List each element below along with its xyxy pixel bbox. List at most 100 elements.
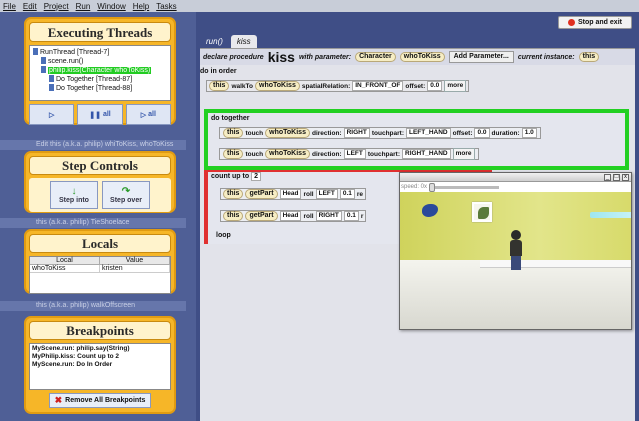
statement-roll-left[interactable]: this getPart Head roll LEFT 0.1 re — [220, 188, 367, 200]
tab-kiss[interactable]: kiss — [230, 35, 257, 48]
do-together-label: do together — [211, 115, 250, 122]
arg-amount[interactable]: 0.1 — [343, 211, 359, 221]
menu-help[interactable]: Help — [133, 2, 149, 11]
ghost-strip-1: Edit this (a.k.a. philip) whiToKiss, who… — [0, 140, 186, 150]
tree-item-runthread[interactable]: RunThread [Thread-7] — [33, 48, 167, 57]
subject-this[interactable]: this — [223, 211, 244, 221]
speed-row: speed: 0x — [400, 182, 631, 192]
statement-touch-right[interactable]: this touch whoToKiss direction: RIGHT to… — [219, 127, 541, 139]
subject-this[interactable]: this — [223, 128, 244, 138]
speed-slider-thumb[interactable] — [429, 182, 436, 192]
add-parameter-button[interactable]: Add Parameter... — [448, 51, 514, 63]
statement-roll-right[interactable]: this getPart Head roll RIGHT 0.1 r — [220, 210, 367, 222]
speed-slider[interactable] — [429, 182, 500, 192]
more-button[interactable]: more — [444, 80, 467, 92]
current-instance-value[interactable]: this — [578, 52, 600, 62]
maximize-icon[interactable]: □ — [613, 174, 620, 181]
menu-edit[interactable]: Edit — [23, 2, 37, 11]
menu-tasks[interactable]: Tasks — [156, 2, 176, 11]
count-value[interactable]: 2 — [251, 172, 261, 181]
tree-item-scene-run[interactable]: scene.run() — [33, 57, 167, 66]
arg-amount[interactable]: 0.1 — [339, 189, 355, 199]
arg-touchpart[interactable]: RIGHT_HAND — [402, 149, 451, 159]
play-all-button[interactable]: ▷ all — [125, 104, 171, 125]
arg-direction[interactable]: LEFT — [315, 189, 338, 199]
more-button[interactable]: more — [452, 148, 475, 160]
arg-duration[interactable]: 1.0 — [521, 128, 537, 138]
locals-header-local: Local — [30, 257, 100, 265]
threads-tree[interactable]: RunThread [Thread-7] scene.run() philip.… — [29, 45, 171, 101]
menu-project[interactable]: Project — [44, 2, 69, 11]
subject-this[interactable]: this — [223, 149, 244, 159]
arg-part[interactable]: Head — [279, 189, 302, 199]
tab-run[interactable]: run() — [200, 35, 229, 48]
param-type[interactable]: Character — [355, 52, 396, 62]
arg-offset[interactable]: 0.0 — [427, 81, 443, 91]
scene-viewport[interactable] — [400, 192, 631, 329]
list-item[interactable]: MyScene.run: philip.say(String) — [32, 345, 168, 353]
remove-all-breakpoints-button[interactable]: ✖ Remove All Breakpoints — [49, 393, 151, 408]
menu-window[interactable]: Window — [97, 2, 125, 11]
menu-file[interactable]: File — [3, 2, 16, 11]
close-icon[interactable]: x — [622, 174, 629, 181]
local-value: kristen — [100, 265, 170, 273]
procedure-declaration: declare procedure kiss with parameter: C… — [200, 49, 635, 65]
table-row[interactable]: whoToKiss kristen — [30, 265, 170, 273]
tree-item-thread-87[interactable]: Do Together [Thread-87] — [33, 75, 167, 84]
step-over-button[interactable]: ↷ Step over — [102, 181, 150, 209]
play-icon: ▷ — [140, 111, 147, 119]
locals-title: Locals — [29, 234, 171, 253]
statement-walkto[interactable]: this walkTo whoToKiss spatialRelation: I… — [206, 80, 470, 92]
arg-direction[interactable]: RIGHT — [315, 211, 342, 221]
list-item[interactable]: MyScene.run: Do In Order — [32, 361, 168, 369]
pause-icon: ❚❚ — [89, 111, 101, 119]
stop-and-exit-button[interactable]: Stop and exit — [558, 16, 632, 29]
arg-offset[interactable]: 0.0 — [474, 128, 490, 138]
arg-whotokiss[interactable]: whoToKiss — [265, 149, 310, 159]
loop-label: loop — [216, 232, 231, 239]
arg-direction[interactable]: LEFT — [343, 149, 366, 159]
person-body-icon — [510, 240, 522, 256]
subject-this[interactable]: this — [209, 81, 230, 91]
statement-touch-left[interactable]: this touch whoToKiss direction: LEFT tou… — [219, 148, 479, 160]
tree-item-thread-88[interactable]: Do Together [Thread-88] — [33, 84, 167, 93]
pause-all-button[interactable]: ❚❚ all — [77, 104, 123, 125]
scene-window[interactable]: _ □ x speed: 0x — [399, 172, 632, 330]
step-into-button[interactable]: ↓ Step into — [50, 181, 98, 209]
arg-touchpart[interactable]: LEFT_HAND — [405, 128, 451, 138]
method-getpart[interactable]: getPart — [245, 189, 278, 199]
menu-run[interactable]: Run — [76, 2, 91, 11]
step-buttons: ↓ Step into ↷ Step over — [29, 178, 171, 212]
local-name: whoToKiss — [30, 265, 100, 273]
leaf-icon — [478, 207, 489, 219]
play-button[interactable]: ▷ — [29, 104, 75, 125]
arg-direction[interactable]: RIGHT — [343, 128, 370, 138]
param-name[interactable]: whoToKiss — [399, 52, 445, 62]
subject-this[interactable]: this — [223, 189, 244, 199]
arg-part[interactable]: Head — [279, 211, 302, 221]
threads-title: Executing Threads — [29, 22, 171, 42]
method-walkto: walkTo — [231, 82, 254, 90]
arg-whotokiss[interactable]: whoToKiss — [255, 81, 300, 91]
arg-whotokiss[interactable]: whoToKiss — [265, 128, 310, 138]
do-together-block[interactable]: do together this touch whoToKiss directi… — [204, 109, 629, 170]
person-head-icon — [511, 230, 521, 240]
locals-table: Local Value whoToKiss kristen — [29, 256, 171, 294]
list-item[interactable]: MyPhilip.kiss: Count up to 2 — [32, 353, 168, 361]
method-icon — [41, 57, 46, 64]
breakpoints-title: Breakpoints — [29, 321, 171, 340]
with-param-label: with parameter: — [298, 53, 352, 61]
arg-spatial-relation[interactable]: IN_FRONT_OF — [352, 81, 404, 91]
tree-item-kiss[interactable]: philip.kiss(Character whoToKiss) — [33, 66, 167, 75]
minimize-icon[interactable]: _ — [604, 174, 611, 181]
locals-header-row: Local Value — [30, 257, 170, 265]
speed-label: speed: 0x — [401, 184, 428, 190]
step-controls-title: Step Controls — [29, 156, 171, 175]
remove-icon: ✖ — [54, 395, 63, 405]
breakpoints-list: MyScene.run: philip.say(String) MyPhilip… — [29, 343, 171, 390]
step-into-icon: ↓ — [71, 186, 77, 197]
person-legs-icon — [511, 256, 521, 270]
scene-titlebar[interactable]: _ □ x — [400, 173, 631, 182]
thread-icon — [49, 75, 54, 82]
method-getpart[interactable]: getPart — [245, 211, 278, 221]
